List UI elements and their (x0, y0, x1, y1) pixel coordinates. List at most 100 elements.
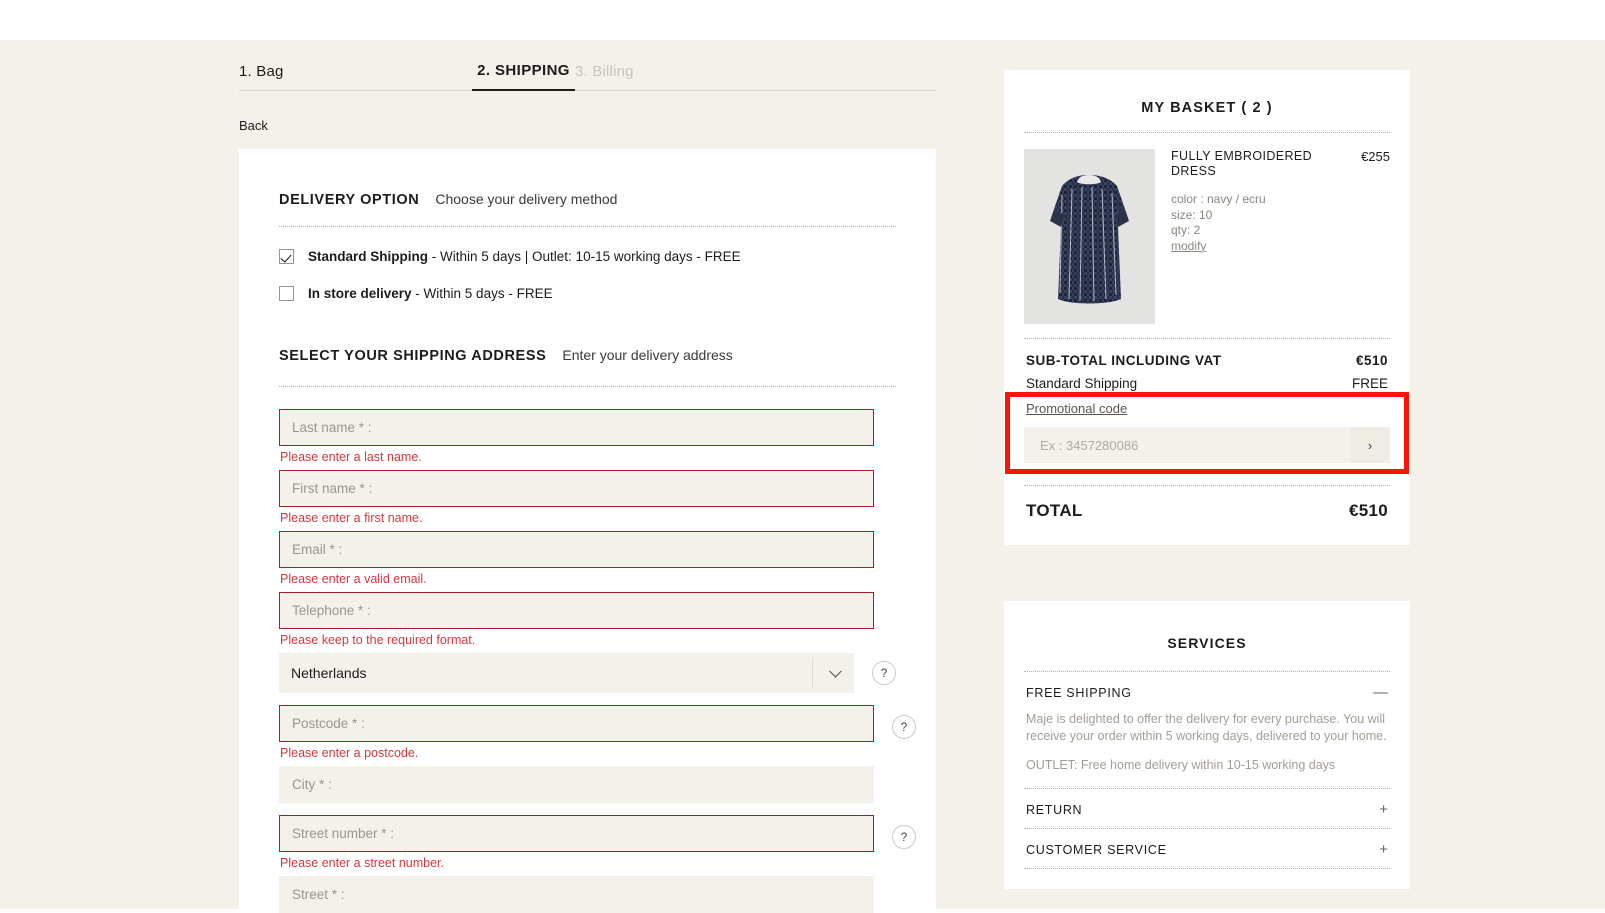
basket-item: FULLY EMBROIDERED DRESS color : navy / e… (1024, 133, 1390, 338)
free-shipping-body: Maje is delighted to offer the delivery … (1024, 711, 1390, 788)
postcode-help-icon[interactable]: ? (892, 714, 916, 739)
postcode-row: Postcode * : Please enter a postcode. ? (279, 705, 916, 766)
total-row: TOTAL €510 (1024, 486, 1390, 525)
checkout-steps: 1. Bag 2. SHIPPING 3. Billing (239, 62, 936, 91)
last-name-error: Please enter a last name. (280, 450, 422, 464)
postcode-input[interactable]: Postcode * : (279, 705, 874, 742)
promotional-code-submit-button[interactable]: › (1350, 427, 1390, 463)
promotional-code-link[interactable]: Promotional code (1024, 401, 1390, 416)
promotional-code-row: Ex : 3457280086 › (1024, 427, 1390, 463)
promotional-code-section: Promotional code Ex : 3457280086 › (1005, 392, 1409, 474)
delivery-option-title: DELIVERY OPTION (279, 192, 420, 208)
last-name-input[interactable]: Last name * : (279, 409, 874, 446)
first-name-input[interactable]: First name * : (279, 470, 874, 507)
step-bag[interactable]: 1. Bag (239, 63, 472, 91)
in-store-delivery-label: In store delivery - Within 5 days - FREE (308, 286, 553, 301)
accordion-customer-service[interactable]: CUSTOMER SERVICE + (1024, 829, 1390, 868)
plus-icon: + (1379, 841, 1388, 858)
street-number-error: Please enter a street number. (280, 856, 444, 870)
back-link[interactable]: Back (239, 118, 936, 133)
delivery-option-header: DELIVERY OPTION Choose your delivery met… (279, 191, 896, 208)
chevron-down-icon (829, 664, 842, 678)
divider (279, 386, 896, 387)
subtotal-row: SUB-TOTAL INCLUDING VAT €510 (1024, 339, 1390, 368)
city-wrap: City * : (279, 766, 874, 803)
subtotal-value: €510 (1355, 353, 1388, 368)
country-value: Netherlands (291, 665, 367, 681)
shipping-address-subtitle: Enter your delivery address (562, 347, 733, 363)
city-input[interactable]: City * : (279, 766, 874, 803)
modify-item-link[interactable]: modify (1171, 239, 1345, 255)
street-input[interactable]: Street * : (279, 876, 874, 913)
product-qty: qty: 2 (1171, 223, 1201, 237)
subtotal-label: SUB-TOTAL INCLUDING VAT (1026, 353, 1222, 368)
step-billing: 3. Billing (575, 63, 936, 91)
accordion-return[interactable]: RETURN + (1024, 789, 1390, 828)
total-label: TOTAL (1026, 501, 1083, 520)
postcode-error: Please enter a postcode. (280, 746, 419, 760)
delivery-option-subtitle: Choose your delivery method (435, 191, 618, 207)
accordion-label: RETURN (1026, 802, 1083, 817)
street-number-input[interactable]: Street number * : (279, 815, 874, 852)
country-help-icon[interactable]: ? (872, 661, 896, 685)
standard-shipping-label: Standard Shipping - Within 5 days | Outl… (308, 249, 741, 264)
accordion-free-shipping[interactable]: FREE SHIPPING — (1024, 672, 1390, 711)
country-row: Netherlands ? (279, 653, 896, 693)
product-thumbnail[interactable] (1024, 149, 1155, 324)
shipping-label: Standard Shipping (1026, 376, 1138, 391)
select-divider (812, 659, 813, 687)
checkbox-in-store-delivery[interactable] (279, 286, 294, 301)
checkout-sidebar: MY BASKET ( 2 ) FULLY EMBROIDERED DRESS … (1004, 70, 1410, 889)
divider (279, 226, 896, 227)
shipping-address-title: SELECT YOUR SHIPPING ADDRESS (279, 348, 547, 364)
basket-title: MY BASKET ( 2 ) (1141, 100, 1273, 116)
email-error: Please enter a valid email. (280, 572, 427, 586)
product-price: €255 (1361, 149, 1390, 164)
shipping-row: Standard Shipping FREE (1024, 368, 1390, 391)
street-number-row: Street number * : Please enter a street … (279, 815, 916, 876)
page-background: 1. Bag 2. SHIPPING 3. Billing Back DELIV… (0, 40, 1605, 913)
product-color: color : navy / ecru (1171, 192, 1266, 206)
divider (1024, 868, 1390, 869)
telephone-error: Please keep to the required format. (280, 633, 476, 647)
telephone-input[interactable]: Telephone * : (279, 592, 874, 629)
accordion-label: CUSTOMER SERVICE (1026, 842, 1167, 857)
street-wrap: Street * : (279, 876, 874, 913)
first-name-wrap: First name * : Please enter a first name… (279, 470, 874, 525)
total-value: €510 (1348, 501, 1388, 520)
services-panel: SERVICES FREE SHIPPING — Maje is delight… (1004, 601, 1410, 889)
top-white-strip (0, 0, 1605, 40)
product-attributes: color : navy / ecru size: 10 qty: 2 modi… (1171, 192, 1345, 254)
shipping-form-card: DELIVERY OPTION Choose your delivery met… (239, 149, 936, 913)
services-title: SERVICES (1167, 635, 1247, 651)
accordion-label: FREE SHIPPING (1026, 685, 1132, 700)
address-fields: Last name * : Please enter a last name. … (279, 409, 916, 913)
email-wrap: Email * : Please enter a valid email. (279, 531, 874, 586)
basket-panel: MY BASKET ( 2 ) FULLY EMBROIDERED DRESS … (1004, 70, 1410, 545)
shipping-value: FREE (1351, 376, 1388, 391)
promotional-code-input[interactable]: Ex : 3457280086 (1024, 427, 1350, 463)
email-input[interactable]: Email * : (279, 531, 874, 568)
postcode-wrap: Postcode * : Please enter a postcode. (279, 705, 874, 766)
product-name: FULLY EMBROIDERED DRESS (1171, 149, 1313, 178)
telephone-wrap: Telephone * : Please keep to the require… (279, 592, 874, 647)
street-number-wrap: Street number * : Please enter a street … (279, 815, 874, 876)
free-shipping-text-2: OUTLET: Free home delivery within 10-15 … (1026, 758, 1336, 772)
checkout-main-column: 1. Bag 2. SHIPPING 3. Billing Back DELIV… (239, 62, 936, 913)
product-size: size: 10 (1171, 207, 1213, 222)
shipping-address-header: SELECT YOUR SHIPPING ADDRESS Enter your … (279, 347, 896, 364)
step-shipping[interactable]: 2. SHIPPING (472, 62, 575, 91)
country-select[interactable]: Netherlands (279, 653, 854, 693)
street-number-help-icon[interactable]: ? (892, 824, 916, 849)
last-name-wrap: Last name * : Please enter a last name. (279, 409, 874, 464)
checkbox-standard-shipping[interactable] (279, 249, 294, 264)
plus-icon: + (1379, 801, 1388, 818)
delivery-option-in-store[interactable]: In store delivery - Within 5 days - FREE (279, 286, 896, 301)
delivery-option-standard[interactable]: Standard Shipping - Within 5 days | Outl… (279, 249, 896, 264)
free-shipping-text-1: Maje is delighted to offer the delivery … (1026, 712, 1387, 743)
minus-icon: — (1373, 684, 1388, 701)
first-name-error: Please enter a first name. (280, 511, 423, 525)
product-info: FULLY EMBROIDERED DRESS color : navy / e… (1171, 149, 1345, 324)
